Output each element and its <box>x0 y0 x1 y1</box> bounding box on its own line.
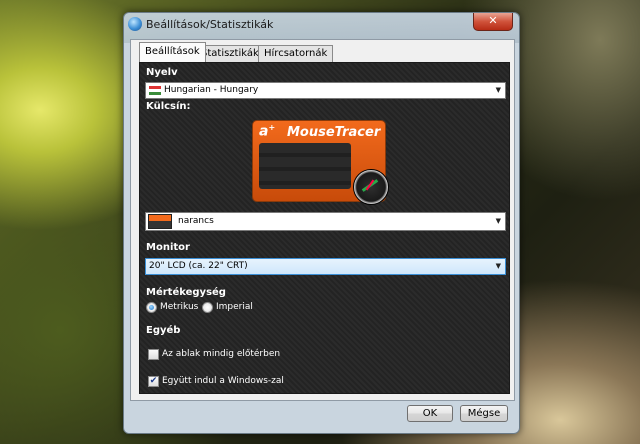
settings-window: Beállítások/Statisztikák ✕ Beállítások S… <box>123 12 520 434</box>
chevron-down-icon: ▼ <box>495 217 501 225</box>
imperial-label[interactable]: Imperial <box>216 302 253 312</box>
always-on-top-checkbox[interactable] <box>148 349 159 360</box>
always-on-top-label[interactable]: Az ablak mindig előtérben <box>162 349 280 359</box>
language-value: Hungarian - Hungary <box>164 85 259 95</box>
metric-radio[interactable] <box>146 302 157 313</box>
skin-value: narancs <box>178 216 214 226</box>
window-title: Beállítások/Statisztikák <box>146 18 274 31</box>
skin-label: Külcsín: <box>146 101 191 112</box>
cancel-button[interactable]: Mégse <box>460 405 508 422</box>
start-with-windows-checkbox[interactable]: ✔ <box>148 376 159 387</box>
logo-letter: a+ <box>259 123 276 140</box>
language-select[interactable]: Hungarian - Hungary ▼ <box>145 82 506 99</box>
logo-name: MouseTracer <box>287 125 381 140</box>
title-bar[interactable]: Beállítások/Statisztikák ✕ <box>124 13 519 39</box>
speedometer-icon <box>353 169 389 205</box>
chevron-down-icon: ▼ <box>495 86 501 94</box>
monitor-value: 20" LCD (ca. 22" CRT) <box>149 261 248 271</box>
hungary-flag-icon <box>149 86 161 95</box>
ok-button[interactable]: OK <box>407 405 453 422</box>
chevron-down-icon: ▼ <box>495 262 501 270</box>
skin-select[interactable]: narancs ▼ <box>145 212 506 231</box>
start-with-windows-label[interactable]: Együtt indul a Windows-zal <box>162 376 284 386</box>
monitor-label: Monitor <box>146 242 190 253</box>
globe-app-icon <box>128 17 142 31</box>
units-radio-group: Metrikus Imperial <box>146 302 266 314</box>
close-button[interactable]: ✕ <box>473 13 513 31</box>
monitor-select[interactable]: 20" LCD (ca. 22" CRT) ▼ <box>145 258 506 275</box>
dialog-frame: Beállítások Statisztikák Hírcsatornák Ny… <box>130 39 515 401</box>
tab-settings[interactable]: Beállítások <box>139 42 206 62</box>
metric-label[interactable]: Metrikus <box>160 302 198 312</box>
logo-screen <box>259 143 351 189</box>
tab-feeds[interactable]: Hírcsatornák <box>258 45 334 62</box>
mousetracer-logo: a+ MouseTracer <box>252 120 389 205</box>
units-label: Mértékegység <box>146 287 226 298</box>
imperial-radio[interactable] <box>202 302 213 313</box>
language-label: Nyelv <box>146 67 178 78</box>
orange-skin-swatch-icon <box>148 214 172 229</box>
other-label: Egyéb <box>146 325 181 336</box>
settings-panel: Nyelv Hungarian - Hungary ▼ Külcsín: a+ … <box>139 62 510 394</box>
